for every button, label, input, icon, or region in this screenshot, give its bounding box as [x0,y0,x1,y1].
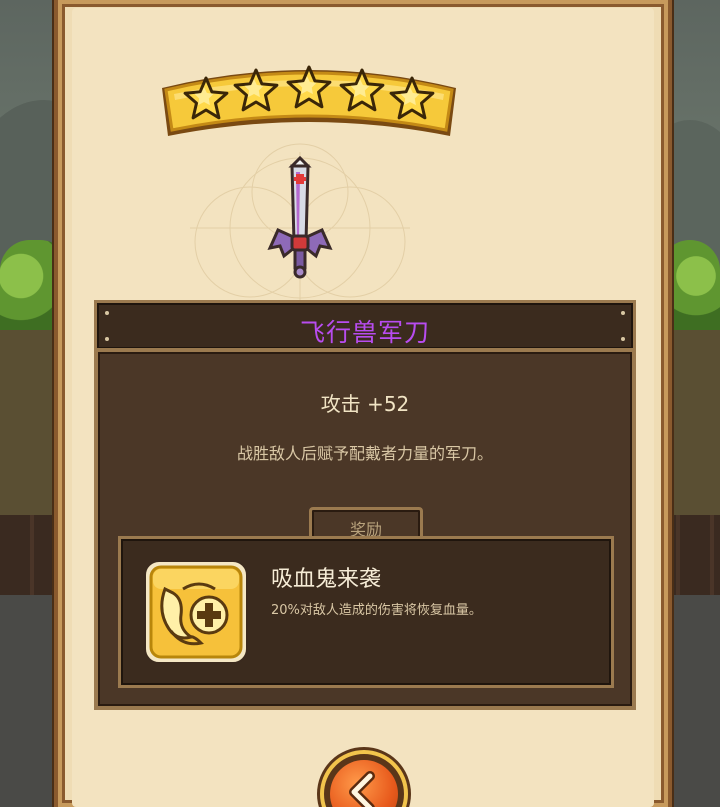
chevron-left-icon [349,771,375,807]
vampire-heal-icon [143,559,249,665]
reward-box: 吸血鬼来袭 20%对敌人造成的伤害将恢复血量。 [118,536,614,688]
item-description: 战胜敌人后赋予配戴者力量的军刀。 [236,444,493,463]
reward-title: 吸血鬼来袭 [271,567,382,592]
item-stats-box: 攻击 +52 战胜敌人后赋予配戴者力量的军刀。 奖励 吸血鬼来袭 20%对敌人造… [94,348,636,710]
reward-description: 20%对敌人造成的伤害将恢复血量。 [271,603,482,618]
item-name: 飞行兽军刀 [299,318,430,347]
weapon-illustration [120,132,480,308]
attack-stat: 攻击 +52 [320,392,410,416]
item-title-bar: 飞行兽军刀 [94,300,636,352]
